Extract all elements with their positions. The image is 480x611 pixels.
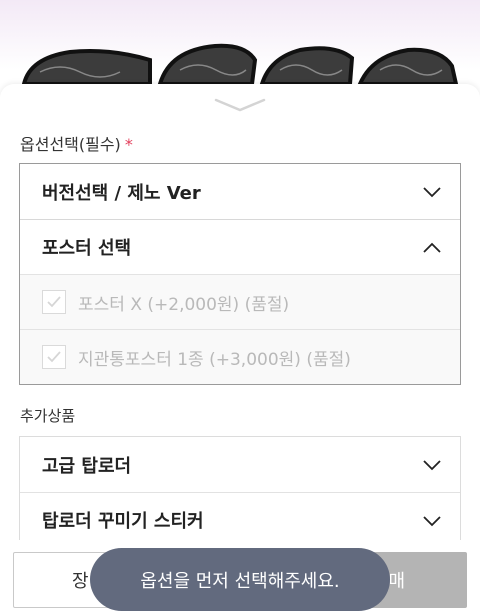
chevron-down-icon xyxy=(423,516,441,527)
check-icon xyxy=(47,351,61,363)
poster-option-item[interactable]: 포스터 X (+2,000원) (품절) xyxy=(20,274,460,329)
poster-option-label: 포스터 X (+2,000원) (품절) xyxy=(78,294,290,315)
chevron-down-icon xyxy=(423,187,441,198)
version-select-label: 버전선택 / 제노 Ver xyxy=(42,182,201,204)
additional-item-label: 고급 탑로더 xyxy=(42,455,132,477)
sheet-collapse-handle-icon[interactable] xyxy=(212,96,268,114)
poster-option-label: 지관통포스터 1종 (+3,000원) (품절) xyxy=(78,349,351,370)
additional-item-toploader[interactable]: 고급 탑로더 xyxy=(20,437,460,492)
option-section-label: 옵션선택(필수) xyxy=(20,135,121,154)
additional-item-sticker[interactable]: 탑로더 꾸미기 스티커 xyxy=(20,492,460,547)
option-section-title: 옵션선택(필수) * xyxy=(20,131,133,155)
required-mark: * xyxy=(124,135,133,154)
poster-select-dropdown[interactable]: 포스터 선택 xyxy=(20,219,460,274)
chevron-up-icon xyxy=(423,242,441,253)
additional-product-box: 고급 탑로더 탑로더 꾸미기 스티커 xyxy=(19,436,461,548)
toast-message: 옵션을 먼저 선택해주세요. xyxy=(90,548,390,611)
additional-item-label: 탑로더 꾸미기 스티커 xyxy=(42,511,204,532)
check-icon xyxy=(47,296,61,308)
chevron-down-icon xyxy=(423,460,441,471)
required-option-box: 버전선택 / 제노 Ver 포스터 선택 포스터 X (+2,000원) (품절… xyxy=(19,163,461,385)
version-select-dropdown[interactable]: 버전선택 / 제노 Ver xyxy=(20,164,460,219)
toast-text: 옵션을 먼저 선택해주세요. xyxy=(140,570,340,592)
poster-select-label: 포스터 선택 xyxy=(42,238,132,259)
checkbox[interactable] xyxy=(42,345,66,369)
cart-button-label: 장 xyxy=(72,571,89,592)
poster-option-item[interactable]: 지관통포스터 1종 (+3,000원) (품절) xyxy=(20,329,460,384)
buy-button-label: 매 xyxy=(388,571,405,592)
checkbox[interactable] xyxy=(42,290,66,314)
additional-section-title: 추가상품 xyxy=(20,407,76,425)
